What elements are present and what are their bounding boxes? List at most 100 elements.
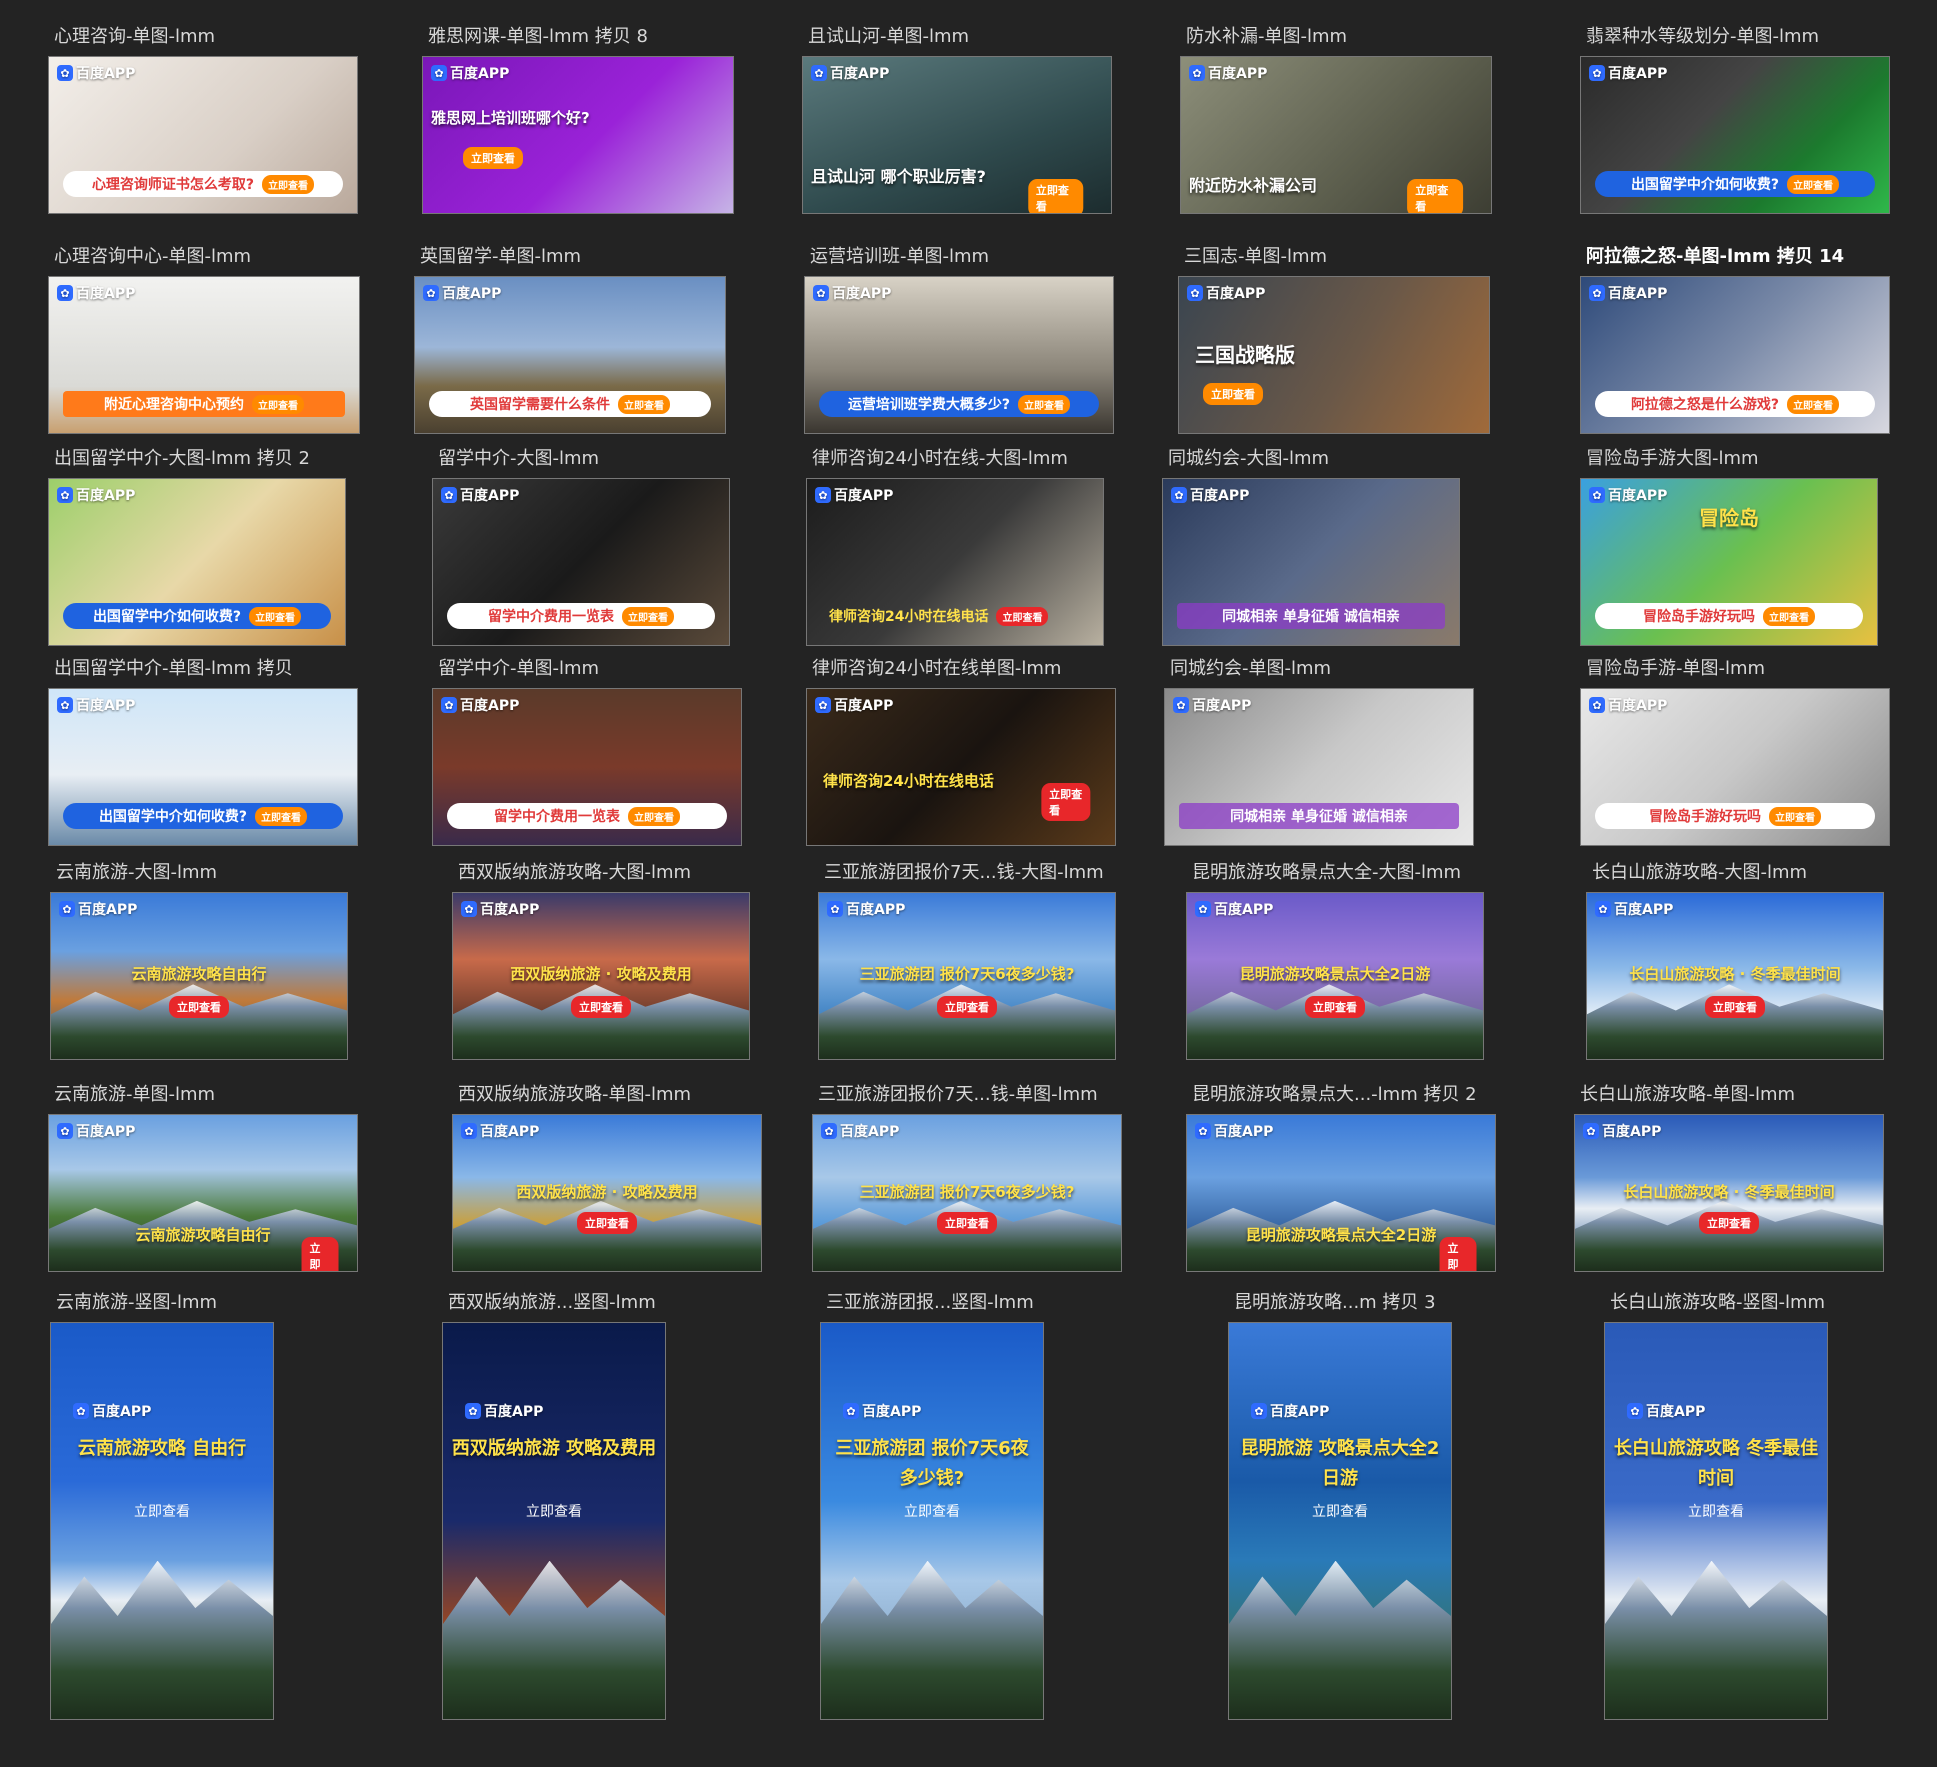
artboard-thumbnail[interactable]: ✿百度APP云南旅游攻略自由行立即查看 xyxy=(48,1114,358,1272)
artboard-thumbnail[interactable]: ✿ 百度APP 三亚旅游团 报价7天6夜多少钱? 立即查看 xyxy=(818,892,1116,1060)
artboard-thumbnail[interactable]: ✿ 百度APP 昆明旅游 攻略景点大全2日游 立即查看 xyxy=(1228,1322,1452,1720)
artboard[interactable]: 长白山旅游攻略-大图-lmm ✿ 百度APP 长白山旅游攻略 · 冬季最佳时间 立即查看 xyxy=(1586,860,1884,1062)
artboard-thumbnail[interactable]: ✿ 百度APP 出国留学中介如何收费? 立即查看 xyxy=(48,478,346,646)
artboard[interactable]: 留学中介-单图-lmm ✿ 百度APP 留学中介费用一览表 立即查看 xyxy=(432,656,742,848)
artboard[interactable]: 云南旅游-单图-lmm ✿百度APP云南旅游攻略自由行立即查看 xyxy=(48,1082,358,1274)
artboard-label[interactable]: 律师咨询24小时在线-大图-lmm xyxy=(812,446,1068,472)
artboard[interactable]: 运营培训班-单图-lmm ✿ 百度APP 运营培训班学费大概多少? 立即查看 xyxy=(804,244,1114,436)
artboard-thumbnail[interactable]: ✿ 百度APP 英国留学需要什么条件 立即查看 xyxy=(414,276,726,434)
artboard-label[interactable]: 西双版纳旅游攻略-单图-lmm xyxy=(458,1082,691,1108)
artboard[interactable]: 心理咨询中心-单图-lmm ✿ 百度APP 附近心理咨询中心预约 立即查看 xyxy=(48,244,360,436)
artboard[interactable]: 阿拉德之怒-单图-lmm 拷贝 14 ✿ 百度APP 阿拉德之怒是什么游戏? 立即查看 xyxy=(1580,244,1890,436)
artboard[interactable]: 昆明旅游攻略...m 拷贝 3 ✿ 百度APP 昆明旅游 攻略景点大全2日游 立即查看 xyxy=(1228,1290,1452,1722)
artboard-label[interactable]: 防水补漏-单图-lmm xyxy=(1186,24,1347,50)
artboard-thumbnail[interactable]: ✿ 百度APP 冒险岛 冒险岛手游好玩吗 立即查看 xyxy=(1580,478,1878,646)
artboard-thumbnail[interactable]: ✿ 百度APP 冒险岛手游好玩吗 立即查看 xyxy=(1580,688,1890,846)
artboard-thumbnail[interactable]: ✿ 百度APP 三亚旅游团 报价7天6夜多少钱? 立即查看 xyxy=(812,1114,1122,1272)
artboard-label[interactable]: 阿拉德之怒-单图-lmm 拷贝 14 xyxy=(1586,244,1844,270)
artboard-label[interactable]: 昆明旅游攻略...m 拷贝 3 xyxy=(1234,1290,1436,1316)
artboard[interactable]: 三亚旅游团报...竖图-lmm ✿ 百度APP 三亚旅游团 报价7天6夜多少钱? 立即查… xyxy=(820,1290,1044,1722)
artboard[interactable]: 西双版纳旅游攻略-单图-lmm ✿ 百度APP 西双版纳旅游 · 攻略及费用 立即查看 xyxy=(452,1082,762,1274)
artboard-thumbnail[interactable]: ✿ 百度APP 云南旅游攻略 自由行 立即查看 xyxy=(50,1322,274,1720)
artboard-thumbnail[interactable]: ✿百度APP昆明旅游攻略景点大全2日游立即查看 xyxy=(1186,892,1484,1060)
artboard[interactable]: 西双版纳旅游攻略-大图-lmm ✿ 百度APP 西双版纳旅游 · 攻略及费用 立即查看 xyxy=(452,860,750,1062)
artboard-thumbnail[interactable]: ✿ 百度APP 长白山旅游攻略 冬季最佳时间 立即查看 xyxy=(1604,1322,1828,1720)
artboard-label[interactable]: 心理咨询中心-单图-lmm xyxy=(54,244,251,270)
artboard[interactable]: 留学中介-大图-lmm ✿ 百度APP 留学中介费用一览表 立即查看 xyxy=(432,446,730,648)
artboard-thumbnail[interactable]: ✿ 百度APP 留学中介费用一览表 立即查看 xyxy=(432,478,730,646)
artboard-thumbnail[interactable]: ✿ 百度APP 西双版纳旅游 攻略及费用 立即查看 xyxy=(442,1322,666,1720)
artboard-label[interactable]: 同城约会-大图-lmm xyxy=(1168,446,1329,472)
artboard-thumbnail[interactable]: ✿ 百度APP 雅思网上培训班哪个好? 立即查看 xyxy=(422,56,734,214)
artboard-label[interactable]: 三亚旅游团报...竖图-lmm xyxy=(826,1290,1034,1316)
artboard[interactable]: 云南旅游-大图-lmm ✿ 百度APP 云南旅游攻略自由行 立即查看 xyxy=(50,860,348,1062)
artboard-thumbnail[interactable]: ✿ 百度APP 三亚旅游团 报价7天6夜多少钱? 立即查看 xyxy=(820,1322,1044,1720)
artboard-label[interactable]: 英国留学-单图-lmm xyxy=(420,244,581,270)
artboard[interactable]: 且试山河-单图-lmm ✿ 百度APP 且试山河 哪个职业厉害? 立即查看 xyxy=(802,24,1112,216)
artboard-thumbnail[interactable]: ✿百度APP昆明旅游攻略景点大全2日游立即查看 xyxy=(1186,1114,1496,1272)
artboard-thumbnail[interactable]: ✿ 百度APP 长白山旅游攻略 · 冬季最佳时间 立即查看 xyxy=(1586,892,1884,1060)
artboard[interactable]: 同城约会-单图-lmm ✿ 百度APP 同城相亲 单身征婚 诚信相亲 xyxy=(1164,656,1474,848)
artboard-label[interactable]: 云南旅游-单图-lmm xyxy=(54,1082,215,1108)
artboard[interactable]: 防水补漏-单图-lmm ✿ 百度APP 附近防水补漏公司 立即查看 xyxy=(1180,24,1492,216)
artboard-thumbnail[interactable]: ✿ 百度APP 律师咨询24小时在线电话 立即查看 xyxy=(806,688,1116,846)
artboard[interactable]: 长白山旅游攻略-竖图-lmm ✿ 百度APP 长白山旅游攻略 冬季最佳时间 立即查看 xyxy=(1604,1290,1828,1722)
artboard-label[interactable]: 西双版纳旅游...竖图-lmm xyxy=(448,1290,656,1316)
artboard[interactable]: 英国留学-单图-lmm ✿ 百度APP 英国留学需要什么条件 立即查看 xyxy=(414,244,726,436)
artboard[interactable]: 冒险岛手游-单图-lmm ✿ 百度APP 冒险岛手游好玩吗 立即查看 xyxy=(1580,656,1890,848)
artboard[interactable]: 出国留学中介-大图-lmm 拷贝 2 ✿ 百度APP 出国留学中介如何收费? 立即查看 xyxy=(48,446,346,648)
artboard[interactable]: 出国留学中介-单图-lmm 拷贝 ✿ 百度APP 出国留学中介如何收费? 立即查看 xyxy=(48,656,358,848)
artboard-thumbnail[interactable]: ✿ 百度APP 留学中介费用一览表 立即查看 xyxy=(432,688,742,846)
artboard[interactable]: 三国志-单图-lmm ✿ 百度APP 三国战略版 立即查看 xyxy=(1178,244,1490,436)
artboard[interactable]: 三亚旅游团报价7天...钱-单图-lmm ✿ 百度APP 三亚旅游团 报价7天6夜多少… xyxy=(812,1082,1122,1274)
artboard-label[interactable]: 心理咨询-单图-lmm xyxy=(54,24,215,50)
artboard-thumbnail[interactable]: ✿ 百度APP 运营培训班学费大概多少? 立即查看 xyxy=(804,276,1114,434)
artboard-label[interactable]: 云南旅游-竖图-lmm xyxy=(56,1290,217,1316)
artboard-thumbnail[interactable]: ✿ 百度APP 同城相亲 单身征婚 诚信相亲 xyxy=(1162,478,1460,646)
artboard[interactable]: 心理咨询-单图-lmm ✿ 百度APP 心理咨询师证书怎么考取? 立即查看 xyxy=(48,24,358,216)
artboard[interactable]: 雅思网课-单图-lmm 拷贝 8 ✿ 百度APP 雅思网上培训班哪个好? 立即查看 xyxy=(422,24,734,216)
artboard-label[interactable]: 三亚旅游团报价7天...钱-大图-lmm xyxy=(824,860,1104,886)
artboard-thumbnail[interactable]: ✿ 百度APP 且试山河 哪个职业厉害? 立即查看 xyxy=(802,56,1112,214)
artboard-thumbnail[interactable]: ✿ 百度APP 出国留学中介如何收费? 立即查看 xyxy=(1580,56,1890,214)
artboard-thumbnail[interactable]: ✿ 百度APP 西双版纳旅游 · 攻略及费用 立即查看 xyxy=(452,892,750,1060)
artboard-label[interactable]: 云南旅游-大图-lmm xyxy=(56,860,217,886)
artboard-label[interactable]: 律师咨询24小时在线单图-lmm xyxy=(812,656,1061,682)
artboard-label[interactable]: 雅思网课-单图-lmm 拷贝 8 xyxy=(428,24,648,50)
artboard[interactable]: 冒险岛手游大图-lmm ✿ 百度APP 冒险岛 冒险岛手游好玩吗 立即查看 xyxy=(1580,446,1878,648)
artboard[interactable]: 昆明旅游攻略景点大全-大图-lmm ✿ 百度APP 昆明旅游攻略景点大全2日游 立即查看 xyxy=(1186,860,1484,1062)
artboard-thumbnail[interactable]: ✿ 百度APP 阿拉德之怒是什么游戏? 立即查看 xyxy=(1580,276,1890,434)
artboard[interactable]: 同城约会-大图-lmm ✿ 百度APP 同城相亲 单身征婚 诚信相亲 xyxy=(1162,446,1460,648)
artboard-label[interactable]: 留学中介-大图-lmm xyxy=(438,446,599,472)
artboard-thumbnail[interactable]: ✿ 百度APP 律师咨询24小时在线电话 立即查看 xyxy=(806,478,1104,646)
artboard-label[interactable]: 出国留学中介-单图-lmm 拷贝 xyxy=(54,656,293,682)
artboard-label[interactable]: 三亚旅游团报价7天...钱-单图-lmm xyxy=(818,1082,1098,1108)
artboard-thumbnail[interactable]: ✿ 百度APP 心理咨询师证书怎么考取? 立即查看 xyxy=(48,56,358,214)
artboard-label[interactable]: 运营培训班-单图-lmm xyxy=(810,244,989,270)
artboard-label[interactable]: 留学中介-单图-lmm xyxy=(438,656,599,682)
artboard[interactable]: 三亚旅游团报价7天...钱-大图-lmm ✿ 百度APP 三亚旅游团 报价7天6夜多少… xyxy=(818,860,1116,1062)
artboard-label[interactable]: 同城约会-单图-lmm xyxy=(1170,656,1331,682)
artboard-thumbnail[interactable]: ✿ 百度APP 附近心理咨询中心预约 立即查看 xyxy=(48,276,360,434)
artboard-label[interactable]: 长白山旅游攻略-竖图-lmm xyxy=(1610,1290,1825,1316)
artboard[interactable]: 西双版纳旅游...竖图-lmm ✿ 百度APP 西双版纳旅游 攻略及费用 立即查看 xyxy=(442,1290,666,1722)
artboard-thumbnail[interactable]: ✿ 百度APP 西双版纳旅游 · 攻略及费用 立即查看 xyxy=(452,1114,762,1272)
artboard-label[interactable]: 长白山旅游攻略-大图-lmm xyxy=(1592,860,1807,886)
artboard[interactable]: 云南旅游-竖图-lmm ✿ 百度APP 云南旅游攻略 自由行 立即查看 xyxy=(50,1290,274,1722)
artboard-thumbnail[interactable]: ✿ 百度APP 长白山旅游攻略 · 冬季最佳时间 立即查看 xyxy=(1574,1114,1884,1272)
artboard-label[interactable]: 冒险岛手游大图-lmm xyxy=(1586,446,1759,472)
artboard[interactable]: 昆明旅游攻略景点大...-lmm 拷贝 2 ✿ 百度APP 昆明旅游攻略景点大全2日游… xyxy=(1186,1082,1496,1274)
artboard-label[interactable]: 出国留学中介-大图-lmm 拷贝 2 xyxy=(54,446,310,472)
artboard[interactable]: 翡翠种水等级划分-单图-lmm ✿ 百度APP 出国留学中介如何收费? 立即查看 xyxy=(1580,24,1890,216)
artboard-label[interactable]: 翡翠种水等级划分-单图-lmm xyxy=(1586,24,1819,50)
artboard-thumbnail[interactable]: ✿ 百度APP 三国战略版 立即查看 xyxy=(1178,276,1490,434)
artboard-label[interactable]: 且试山河-单图-lmm xyxy=(808,24,969,50)
artboard[interactable]: 律师咨询24小时在线-大图-lmm ✿ 百度APP 律师咨询24小时在线电话 立即查看 xyxy=(806,446,1104,648)
design-canvas[interactable]: 心理咨询-单图-lmm ✿ 百度APP 心理咨询师证书怎么考取? 立即查看 雅思网课-单图… xyxy=(0,0,1937,1767)
artboard-thumbnail[interactable]: ✿ 百度APP 附近防水补漏公司 立即查看 xyxy=(1180,56,1492,214)
artboard-label[interactable]: 三国志-单图-lmm xyxy=(1184,244,1327,270)
artboard-label[interactable]: 西双版纳旅游攻略-大图-lmm xyxy=(458,860,691,886)
artboard-thumbnail[interactable]: ✿百度APP云南旅游攻略自由行立即查看 xyxy=(50,892,348,1060)
artboard[interactable]: 律师咨询24小时在线单图-lmm ✿ 百度APP 律师咨询24小时在线电话 立即查看 xyxy=(806,656,1116,848)
artboard-label[interactable]: 冒险岛手游-单图-lmm xyxy=(1586,656,1765,682)
